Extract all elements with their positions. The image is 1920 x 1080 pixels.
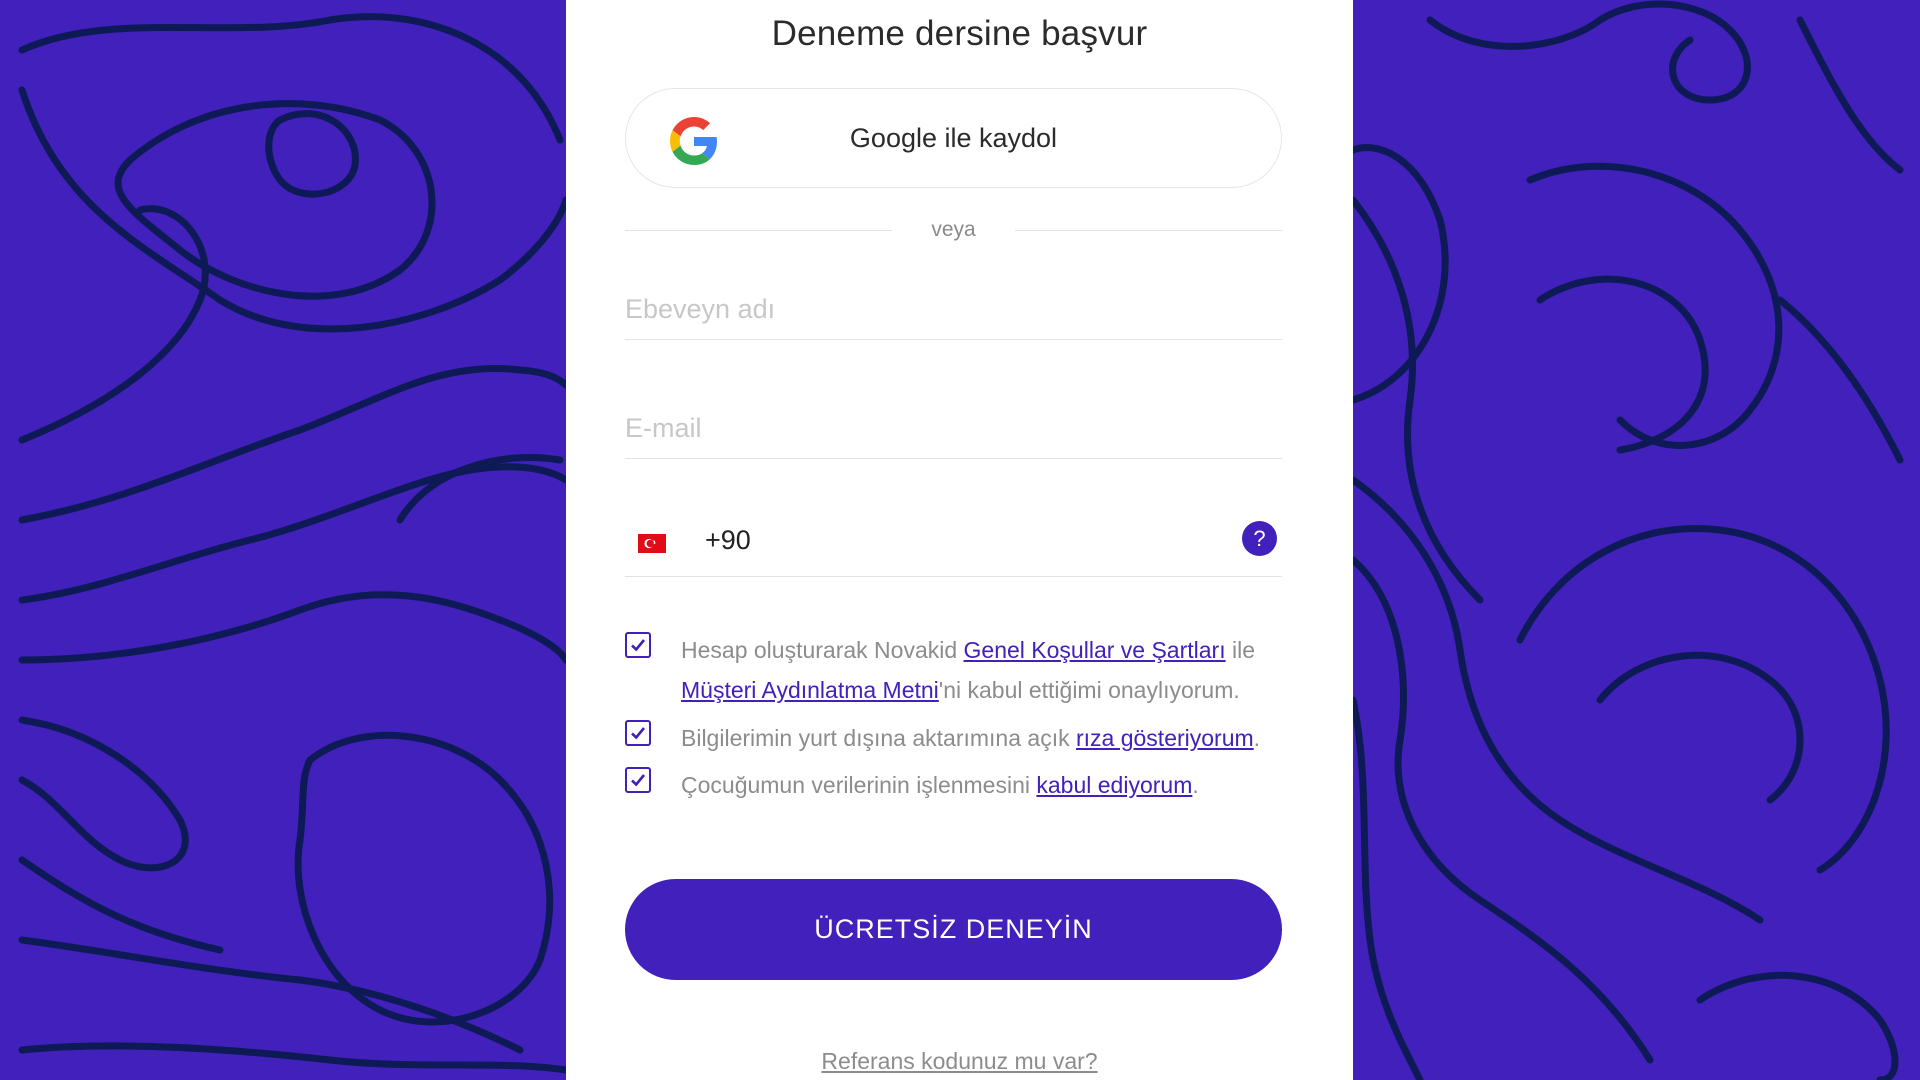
consent-transfer-text: Bilgilerimin yurt dışına aktarımına açık…	[681, 718, 1281, 758]
consent-child-data-checkbox[interactable]	[625, 767, 651, 793]
terms-link[interactable]: Genel Koşullar ve Şartları	[964, 637, 1226, 663]
phone-field[interactable]: +90 ?	[625, 517, 1282, 577]
google-signup-label: Google ile kaydol	[849, 123, 1058, 153]
question-mark-icon[interactable]: ?	[1242, 521, 1277, 556]
checkmark-icon	[631, 639, 646, 652]
checkmark-icon	[631, 774, 646, 787]
consent-child-data-prefix: Çocuğumun verilerinin işlenmesini	[681, 772, 1037, 798]
consent-transfer-checkbox[interactable]	[625, 720, 651, 746]
phone-country-code: +90	[705, 525, 751, 555]
turkey-flag-icon[interactable]	[638, 534, 666, 553]
consent-transfer-link[interactable]: rıza gösteriyorum	[1076, 725, 1254, 751]
consent-terms-middle: ile	[1225, 637, 1256, 663]
or-divider: veya	[625, 216, 1282, 246]
email-input[interactable]	[625, 399, 1282, 458]
consent-transfer-suffix: .	[1253, 725, 1261, 751]
divider-line-right	[1015, 230, 1282, 231]
consent-terms-checkbox[interactable]	[625, 632, 651, 658]
consent-child-data-suffix: .	[1192, 772, 1199, 798]
parent-name-field	[625, 280, 1282, 340]
referral-code-link[interactable]: Referans kodunuz mu var?	[566, 1048, 1353, 1075]
try-free-button[interactable]: ÜCRETSİZ DENEYİN	[625, 879, 1282, 980]
consent-child-data-text: Çocuğumun verilerinin işlenmesini kabul …	[681, 765, 1281, 805]
email-field	[625, 399, 1282, 459]
consent-terms-suffix: 'ni kabul ettiğimi onaylıyorum.	[938, 677, 1240, 703]
consent-terms-text: Hesap oluşturarak Novakid Genel Koşullar…	[681, 630, 1281, 710]
parent-name-input[interactable]	[625, 280, 1282, 339]
consent-terms-prefix: Hesap oluşturarak Novakid	[681, 637, 964, 663]
checkmark-icon	[631, 727, 646, 740]
consent-child-data-link[interactable]: kabul ediyorum	[1036, 772, 1192, 798]
signup-panel: Deneme dersine başvur Google ile kaydol …	[566, 0, 1353, 1080]
page-title: Deneme dersine başvur	[771, 14, 1148, 53]
google-signup-button[interactable]: Google ile kaydol	[625, 88, 1282, 188]
consent-transfer-prefix: Bilgilerimin yurt dışına aktarımına açık	[681, 725, 1076, 751]
privacy-notice-link[interactable]: Müşteri Aydınlatma Metni	[681, 677, 939, 703]
